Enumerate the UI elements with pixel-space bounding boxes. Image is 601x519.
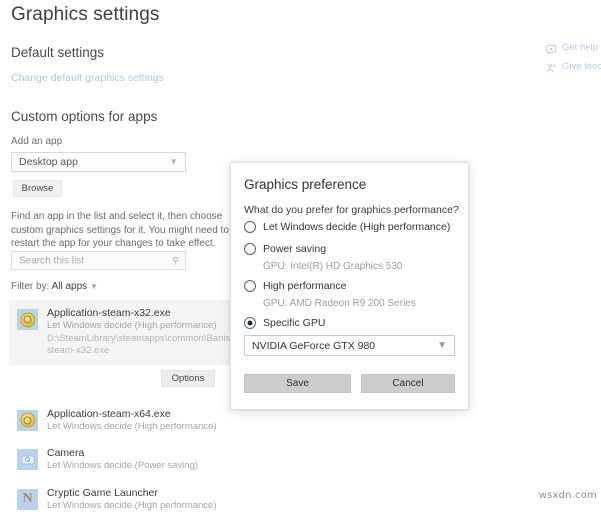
add-an-app-label: Add an app bbox=[11, 136, 62, 147]
filter-by-label: Filter by: bbox=[11, 281, 49, 292]
help-icon bbox=[546, 42, 557, 53]
radio-label: Let Windows decide (High performance) bbox=[263, 221, 450, 233]
steam-icon bbox=[17, 410, 38, 431]
custom-options-help-text: Find an app in the list and select it, t… bbox=[11, 210, 243, 251]
chevron-down-icon: ▼ bbox=[437, 341, 447, 351]
search-input-placeholder: Search this list bbox=[19, 255, 84, 266]
feedback-icon bbox=[546, 61, 557, 72]
radio-high-performance[interactable]: High performance bbox=[244, 280, 346, 292]
app-preference: Let Windows decide (High performance) bbox=[47, 421, 240, 434]
camera-icon bbox=[17, 449, 38, 470]
right-rail: Get help Give feec bbox=[546, 38, 601, 76]
get-help-link[interactable]: Get help bbox=[546, 38, 601, 57]
give-feedback-label: Give feec bbox=[562, 61, 601, 72]
app-preference: Let Windows decide (High performance) bbox=[47, 500, 240, 513]
app-preference: Let Windows decide (Power saving) bbox=[47, 460, 240, 473]
radio-label: High performance bbox=[263, 280, 346, 292]
radio-icon bbox=[244, 243, 256, 255]
radio-label: Specific GPU bbox=[263, 317, 325, 329]
app-name: Camera bbox=[47, 447, 240, 460]
list-item[interactable]: Application-steam-x32.exe Let Windows de… bbox=[9, 300, 240, 365]
gpu-select-value: NVIDIA GeForce GTX 980 bbox=[252, 340, 375, 352]
dialog-title: Graphics preference bbox=[244, 177, 366, 192]
filter-by-control[interactable]: Filter by: All apps ▼ bbox=[11, 281, 98, 292]
radio-let-windows-decide[interactable]: Let Windows decide (High performance) bbox=[244, 221, 450, 233]
options-button[interactable]: Options bbox=[161, 370, 215, 387]
dialog-question: What do you prefer for graphics performa… bbox=[244, 204, 459, 216]
gpu-note-high-performance: GPU: AMD Radeon R9 200 Series bbox=[263, 298, 416, 309]
search-input[interactable]: Search this list ⚲ bbox=[11, 251, 186, 270]
app-list: Application-steam-x32.exe Let Windows de… bbox=[9, 300, 240, 519]
filter-by-value: All apps bbox=[52, 281, 88, 292]
gpu-select[interactable]: NVIDIA GeForce GTX 980 ▼ bbox=[244, 335, 455, 356]
radio-specific-gpu[interactable]: Specific GPU bbox=[244, 317, 325, 329]
radio-label: Power saving bbox=[263, 243, 326, 255]
radio-icon bbox=[244, 221, 256, 233]
graphics-preference-dialog: Graphics preference What do you prefer f… bbox=[230, 162, 469, 410]
list-item[interactable]: Application-steam-x64.exe Let Windows de… bbox=[9, 401, 240, 441]
radio-power-saving[interactable]: Power saving bbox=[244, 243, 326, 255]
list-item[interactable]: N Cryptic Game Launcher Let Windows deci… bbox=[9, 480, 240, 519]
app-type-select[interactable]: Desktop app ▼ bbox=[11, 152, 186, 172]
change-default-graphics-settings-link[interactable]: Change default graphics settings bbox=[11, 72, 164, 84]
section-heading-custom-options: Custom options for apps bbox=[11, 109, 157, 124]
search-icon: ⚲ bbox=[172, 255, 179, 266]
radio-icon-selected bbox=[244, 317, 256, 329]
get-help-label: Get help bbox=[562, 42, 598, 53]
steam-icon bbox=[17, 309, 38, 330]
watermark: wsxdn.com bbox=[539, 490, 597, 501]
save-button[interactable]: Save bbox=[244, 374, 351, 393]
chevron-down-icon: ▼ bbox=[90, 282, 98, 291]
chevron-down-icon: ▼ bbox=[169, 158, 178, 167]
cryptic-launcher-icon: N bbox=[17, 489, 38, 510]
cancel-button[interactable]: Cancel bbox=[361, 374, 455, 393]
browse-button[interactable]: Browse bbox=[13, 180, 62, 197]
page-title: Graphics settings bbox=[11, 4, 160, 26]
app-preference: Let Windows decide (High performance) bbox=[47, 320, 240, 333]
section-heading-default-settings: Default settings bbox=[11, 45, 104, 60]
app-name: Cryptic Game Launcher bbox=[47, 487, 240, 500]
radio-icon bbox=[244, 280, 256, 292]
app-name: Application-steam-x32.exe bbox=[47, 307, 240, 320]
app-type-select-value: Desktop app bbox=[19, 156, 78, 168]
app-path: D:\SteamLibrary\steamapps\common\Banishe… bbox=[47, 333, 252, 358]
gpu-note-power-saving: GPU: Intel(R) HD Graphics 530 bbox=[263, 261, 403, 272]
list-item[interactable]: Camera Let Windows decide (Power saving) bbox=[9, 440, 240, 480]
app-name: Application-steam-x64.exe bbox=[47, 408, 240, 421]
give-feedback-link[interactable]: Give feec bbox=[546, 57, 601, 76]
